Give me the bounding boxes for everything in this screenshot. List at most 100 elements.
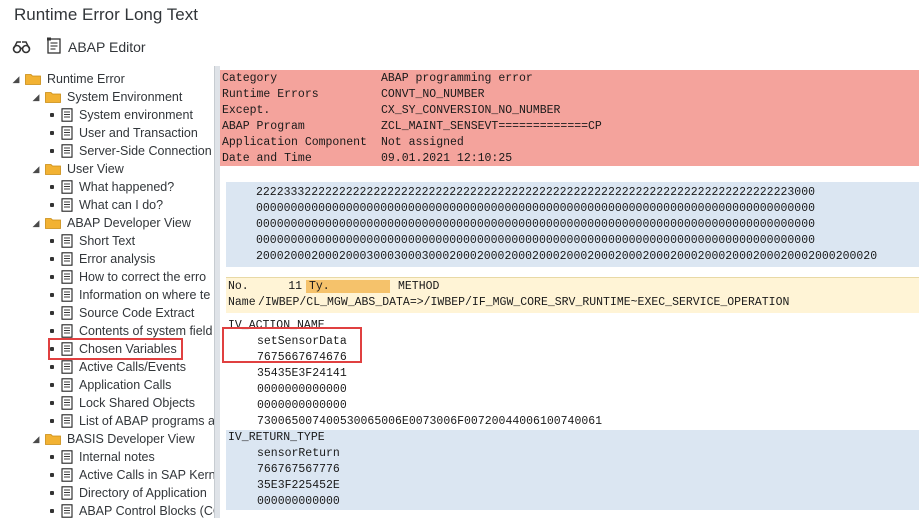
document-icon [61, 486, 73, 500]
tree-item-label: Runtime Error [47, 72, 125, 86]
variable-name: IV_RETURN_TYPE [226, 430, 919, 446]
tree-item[interactable]: Source Code Extract [50, 304, 194, 322]
bullet-icon [50, 329, 54, 333]
tree-item[interactable]: Active Calls in SAP Kerne [50, 466, 214, 484]
expand-arrow-icon[interactable]: ◢ [10, 74, 22, 85]
tree-item-label: System Environment [67, 90, 183, 104]
bullet-icon [50, 311, 54, 315]
tree-item-label: Server-Side Connection [79, 144, 212, 158]
document-icon [61, 126, 73, 140]
header-key: Date and Time [222, 151, 312, 165]
expand-arrow-icon[interactable]: ◢ [30, 434, 42, 445]
tree-item[interactable]: ABAP Control Blocks (CC [50, 502, 214, 518]
tree-folder[interactable]: ◢ User View [30, 160, 124, 178]
bullet-icon [50, 149, 54, 153]
variable-hex-line: 730065007400530065006E0073006F0072004400… [257, 415, 603, 428]
tree-item[interactable]: Server-Side Connection [50, 142, 212, 160]
bullet-icon [50, 239, 54, 243]
bullet-icon [50, 347, 54, 351]
tree-item-label: Chosen Variables [79, 342, 177, 356]
header-key: ABAP Program [222, 119, 305, 133]
document-icon [61, 234, 73, 248]
folder-icon [45, 434, 61, 445]
variable-hex-line: 35435E3F24141 [257, 367, 347, 380]
header-key: Except. [222, 103, 271, 117]
tree-item[interactable]: Directory of Application [50, 484, 207, 502]
tree-folder[interactable]: ◢ ABAP Developer View [30, 214, 191, 232]
tree-item-label: ABAP Developer View [67, 216, 191, 230]
bullet-icon [50, 401, 54, 405]
call-ty-label: Ty. [306, 279, 390, 293]
long-text-content: Category ABAP programming error Runtime Er… [220, 66, 919, 518]
hex-dump-line: 0000000000000000000000000000000000000000… [256, 202, 815, 215]
tree-item-label: Lock Shared Objects [79, 396, 196, 410]
expand-arrow-icon[interactable]: ◢ [30, 218, 42, 229]
header-key: Category [222, 71, 278, 85]
document-icon [61, 504, 73, 518]
tree-item-label: Short Text [79, 234, 136, 248]
tree-item-label: Error analysis [79, 252, 156, 266]
tree-folder[interactable]: ◢ Runtime Error [10, 70, 125, 88]
hex-dump-line: 2000200020002000300030003000200020002000… [256, 250, 878, 263]
header-value: 09.01.2021 12:10:25 [381, 151, 513, 165]
tree-item[interactable]: Internal notes [50, 448, 155, 466]
bullet-icon [50, 113, 54, 117]
expand-arrow-icon[interactable]: ◢ [30, 92, 42, 103]
tree-item-label: What can I do? [79, 198, 164, 212]
call-no-value: 11 [288, 279, 302, 293]
document-icon [61, 396, 73, 410]
header-row: Runtime Errors CONVT_NO_NUMBER [220, 86, 919, 102]
tree-item-label: BASIS Developer View [67, 432, 195, 446]
editor-icon [46, 37, 62, 58]
call-ty-value: METHOD [398, 279, 440, 293]
folder-icon [25, 74, 41, 85]
tree-item[interactable]: Active Calls/Events [50, 358, 186, 376]
tree-item[interactable]: List of ABAP programs a [50, 412, 214, 430]
header-row: Application Component Not assigned [220, 134, 919, 150]
folder-icon [45, 164, 61, 175]
variable-hex-line: 0000000000000 [257, 383, 347, 396]
tree-item[interactable]: What can I do? [50, 196, 163, 214]
tree-item-label: System environment [79, 108, 193, 122]
header-key: Application Component [222, 135, 367, 149]
tree-item[interactable]: Chosen Variables [48, 338, 183, 360]
variable-value: sensorReturn [226, 446, 919, 462]
document-icon [61, 324, 73, 338]
tree-item[interactable]: Lock Shared Objects [50, 394, 195, 412]
call-name-row: Name /IWBEP/CL_MGW_ABS_DATA=>/IWBEP/IF_M… [226, 294, 919, 310]
glasses-icon[interactable] [12, 38, 32, 56]
error-header-block: Category ABAP programming error Runtime Er… [220, 70, 919, 166]
abap-editor-button[interactable]: ABAP Editor [46, 37, 146, 57]
document-icon [61, 468, 73, 482]
tree-folder[interactable]: ◢ BASIS Developer View [30, 430, 195, 448]
expand-arrow-icon[interactable]: ◢ [30, 164, 42, 175]
document-icon [61, 180, 73, 194]
tree-item[interactable]: Contents of system field [50, 322, 212, 340]
hex-dump-block: 2222333222222222222222222222222222222222… [226, 182, 919, 267]
tree-item[interactable]: Application Calls [50, 376, 171, 394]
header-row: Date and Time 09.01.2021 12:10:25 [220, 150, 919, 166]
document-icon [61, 288, 73, 302]
tree-item[interactable]: Error analysis [50, 250, 155, 268]
tree-folder[interactable]: ◢ System Environment [30, 88, 183, 106]
highlight-variable-box [222, 327, 362, 363]
tree-item[interactable]: How to correct the erro [50, 268, 206, 286]
call-number-row: No. 11 Ty. METHOD [226, 278, 919, 294]
tree-item[interactable]: Information on where te [50, 286, 210, 304]
variable-hex-line: 35E3F225452E [226, 478, 919, 494]
tree-item-label: List of ABAP programs a [79, 414, 214, 428]
document-icon [61, 342, 73, 356]
tree-item[interactable]: Short Text [50, 232, 135, 250]
bullet-icon [50, 185, 54, 189]
toolbar: ABAP Editor [0, 32, 919, 62]
folder-icon [45, 218, 61, 229]
tree-item-label: ABAP Control Blocks (CC [79, 504, 214, 518]
tree-item-label: Active Calls/Events [79, 360, 186, 374]
tree-item[interactable]: User and Transaction [50, 124, 198, 142]
tree-item-label: Information on where te [79, 288, 211, 302]
document-icon [61, 252, 73, 266]
hex-dump-line: 0000000000000000000000000000000000000000… [256, 234, 815, 247]
header-value: Not assigned [381, 135, 464, 149]
tree-item[interactable]: System environment [50, 106, 193, 124]
tree-item[interactable]: What happened? [50, 178, 174, 196]
